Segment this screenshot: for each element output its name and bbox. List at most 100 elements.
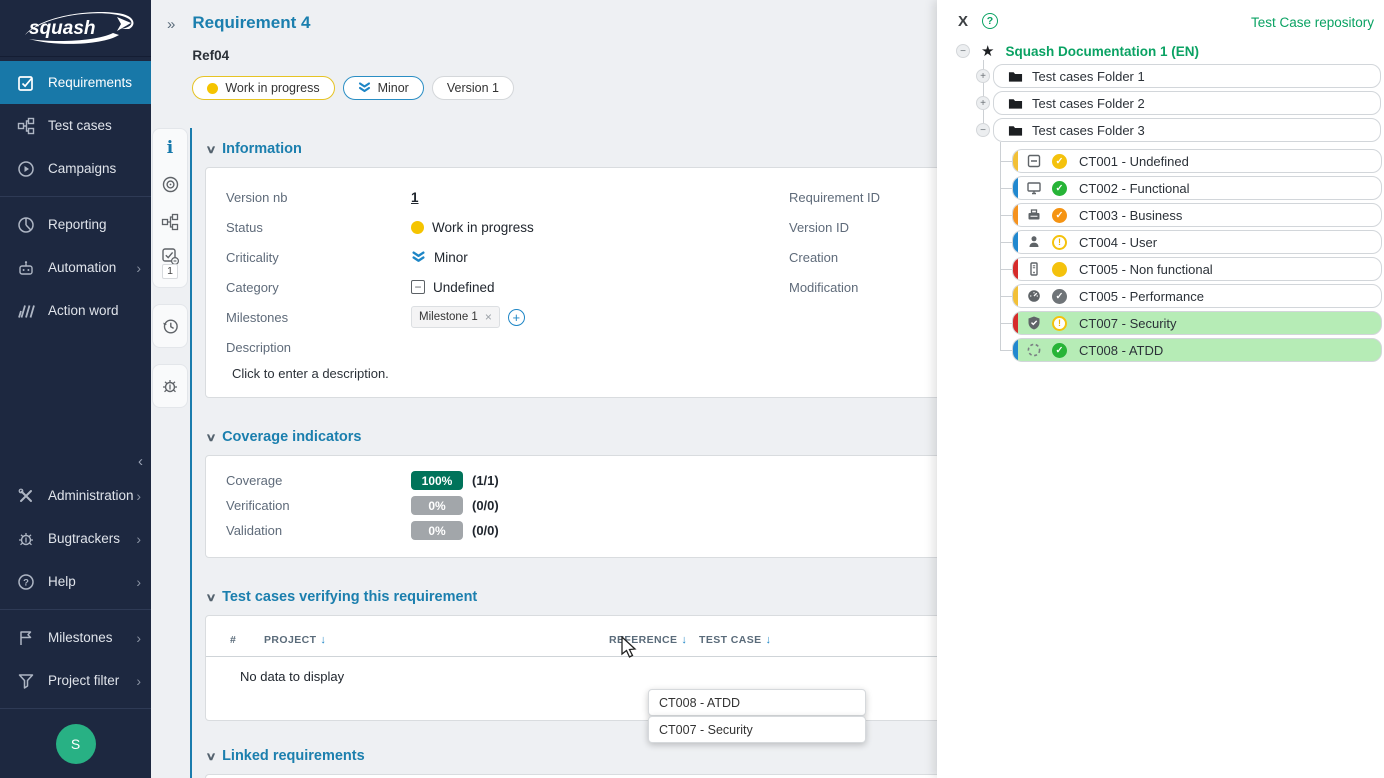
importance-bar: [1013, 150, 1018, 172]
column-header-test-case[interactable]: TEST CASE ↓: [699, 634, 771, 646]
column-header-project[interactable]: PROJECT ↓: [264, 634, 609, 646]
sidebar-item-action-word[interactable]: Action word: [0, 289, 151, 332]
coverage-row-label: Validation: [226, 523, 411, 538]
squash-logo[interactable]: squash: [0, 0, 151, 57]
section-linked-header[interactable]: ∨ Linked requirements: [207, 748, 951, 764]
sidebar-item-bugtrackers[interactable]: Bugtrackers ›: [0, 517, 151, 560]
chevron-right-icon: ›: [136, 531, 141, 547]
collapse-toggle[interactable]: −: [976, 123, 990, 137]
tree-item-label: CT001 - Undefined: [1079, 154, 1189, 169]
category-security-icon: [1026, 315, 1042, 331]
tree-root-project[interactable]: − ★ Squash Documentation 1 (EN): [956, 42, 1199, 60]
tree-folder-2[interactable]: + Test cases Folder 2: [976, 91, 1381, 115]
importance-bar: [1013, 177, 1018, 199]
category-value[interactable]: − Undefined: [411, 280, 495, 295]
criticality-value[interactable]: Minor: [411, 250, 468, 265]
anchor-information-tab[interactable]: i: [153, 129, 187, 166]
status-approved-icon: ✓: [1052, 208, 1067, 223]
sidebar-item-help[interactable]: ? Help ›: [0, 560, 151, 603]
requirements-icon: [17, 74, 35, 92]
tree-item-label: CT005 - Performance: [1079, 289, 1204, 304]
anchor-group-main: i 1: [152, 128, 188, 288]
tree-item-ct005-performance[interactable]: ✓ CT005 - Performance: [1000, 284, 1382, 308]
collapse-toggle[interactable]: −: [956, 44, 970, 58]
sidebar-item-administration[interactable]: Administration ›: [0, 474, 151, 517]
column-header-reference[interactable]: REFERENCE ↓: [609, 634, 699, 646]
expand-toggle[interactable]: +: [976, 96, 990, 110]
sidebar-item-automation[interactable]: Automation ›: [0, 246, 151, 289]
folder-icon: [1008, 97, 1023, 110]
tree-item-ct002[interactable]: ✓ CT002 - Functional: [1000, 176, 1382, 200]
anchor-bugtracker-tab[interactable]: [153, 365, 187, 407]
field-label: Creation: [789, 242, 880, 272]
tree-item-label: CT008 - ATDD: [1079, 343, 1163, 358]
information-right-column: Requirement ID Version ID Creation Modif…: [789, 182, 880, 302]
section-verifying-header[interactable]: ∨ Test cases verifying this requirement: [207, 589, 951, 605]
expand-panel-icon[interactable]: »: [167, 16, 175, 33]
sidebar: squash Requirements Test cases Campaigns…: [0, 0, 151, 778]
tree-item-ct004[interactable]: ! CT004 - User: [1000, 230, 1382, 254]
section-information-header[interactable]: ∨ Information: [207, 141, 951, 157]
status-badge: Work in progress: [192, 76, 334, 100]
tree-item-ct001[interactable]: ✓ CT001 - Undefined: [1000, 149, 1382, 173]
importance-bar: [1013, 312, 1018, 334]
sidebar-item-test-cases[interactable]: Test cases: [0, 104, 151, 147]
anchor-coverage-tab[interactable]: [153, 166, 187, 203]
anchor-tree-tab[interactable]: [153, 203, 187, 240]
tree-item-ct008[interactable]: ✓ CT008 - ATDD: [1000, 338, 1382, 362]
sidebar-item-campaigns[interactable]: Campaigns: [0, 147, 151, 190]
coverage-percent-badge: 100%: [411, 471, 463, 490]
reporting-icon: [17, 216, 35, 234]
criticality-minor-icon: [358, 82, 371, 94]
anchor-rail: i 1: [151, 128, 190, 778]
tree-item-label: CT004 - User: [1079, 235, 1157, 250]
avatar[interactable]: S: [56, 724, 96, 764]
field-milestones: Milestones Milestone 1 × +: [226, 302, 949, 332]
coverage-row: Coverage 100% (1/1): [226, 468, 949, 493]
sidebar-collapse-icon[interactable]: ‹: [138, 453, 143, 470]
status-to-update-icon: !: [1052, 235, 1067, 250]
tree-item-ct005-nonfunctional[interactable]: CT005 - Non functional: [1000, 257, 1382, 281]
version-number-link[interactable]: 1: [411, 190, 419, 205]
tree-folder-1[interactable]: + Test cases Folder 1: [976, 64, 1381, 88]
expand-toggle[interactable]: +: [976, 69, 990, 83]
sidebar-item-project-filter[interactable]: Project filter ›: [0, 659, 151, 702]
tree-item-ct007[interactable]: ! CT007 - Security: [1000, 311, 1382, 335]
description-label: Description: [226, 340, 949, 355]
version-badge: Version 1: [432, 76, 514, 100]
milestone-remove-icon[interactable]: ×: [485, 310, 492, 324]
field-label: Category: [226, 280, 411, 295]
chevron-down-icon: ∨: [205, 431, 216, 444]
information-card: Version nb 1 Status Work in progress Cri…: [205, 167, 950, 398]
automation-icon: [17, 259, 35, 277]
sidebar-item-requirements[interactable]: Requirements: [0, 61, 151, 104]
tree-item-ct003[interactable]: ✓ CT003 - Business: [1000, 203, 1382, 227]
criticality-badge-label: Minor: [378, 81, 409, 95]
anchor-history-tab[interactable]: [153, 305, 187, 347]
description-placeholder[interactable]: Click to enter a description.: [232, 366, 949, 381]
sidebar-item-milestones[interactable]: Milestones ›: [0, 616, 151, 659]
table-header-row: # PROJECT ↓ REFERENCE ↓ TEST CASE ↓: [206, 634, 949, 657]
chevron-right-icon: ›: [136, 488, 141, 504]
tree-root-label[interactable]: Squash Documentation 1 (EN): [1005, 44, 1199, 59]
milestone-chip[interactable]: Milestone 1 ×: [411, 306, 500, 328]
criticality-badge: Minor: [343, 76, 424, 100]
field-label: Requirement ID: [789, 182, 880, 212]
coverage-card: Coverage 100% (1/1) Verification 0% (0/0…: [205, 455, 950, 558]
drag-ghost: CT008 - ATDD CT007 - Security: [648, 689, 866, 743]
sidebar-item-label: Action word: [48, 303, 119, 318]
field-label: Status: [226, 220, 411, 235]
campaigns-icon: [17, 160, 35, 178]
coverage-row-label: Verification: [226, 498, 411, 513]
sidebar-item-label: Requirements: [48, 75, 132, 90]
section-coverage-header[interactable]: ∨ Coverage indicators: [207, 429, 951, 445]
tree-folder-3[interactable]: − Test cases Folder 3: [976, 118, 1381, 142]
field-label: Milestones: [226, 310, 411, 325]
svg-text:?: ?: [23, 577, 29, 588]
tree-folder-label: Test cases Folder 1: [1032, 69, 1145, 84]
add-milestone-button[interactable]: +: [508, 309, 525, 326]
hierarchy-icon: [161, 213, 179, 231]
status-value[interactable]: Work in progress: [411, 220, 534, 235]
sidebar-item-reporting[interactable]: Reporting: [0, 203, 151, 246]
coverage-percent-badge: 0%: [411, 496, 463, 515]
